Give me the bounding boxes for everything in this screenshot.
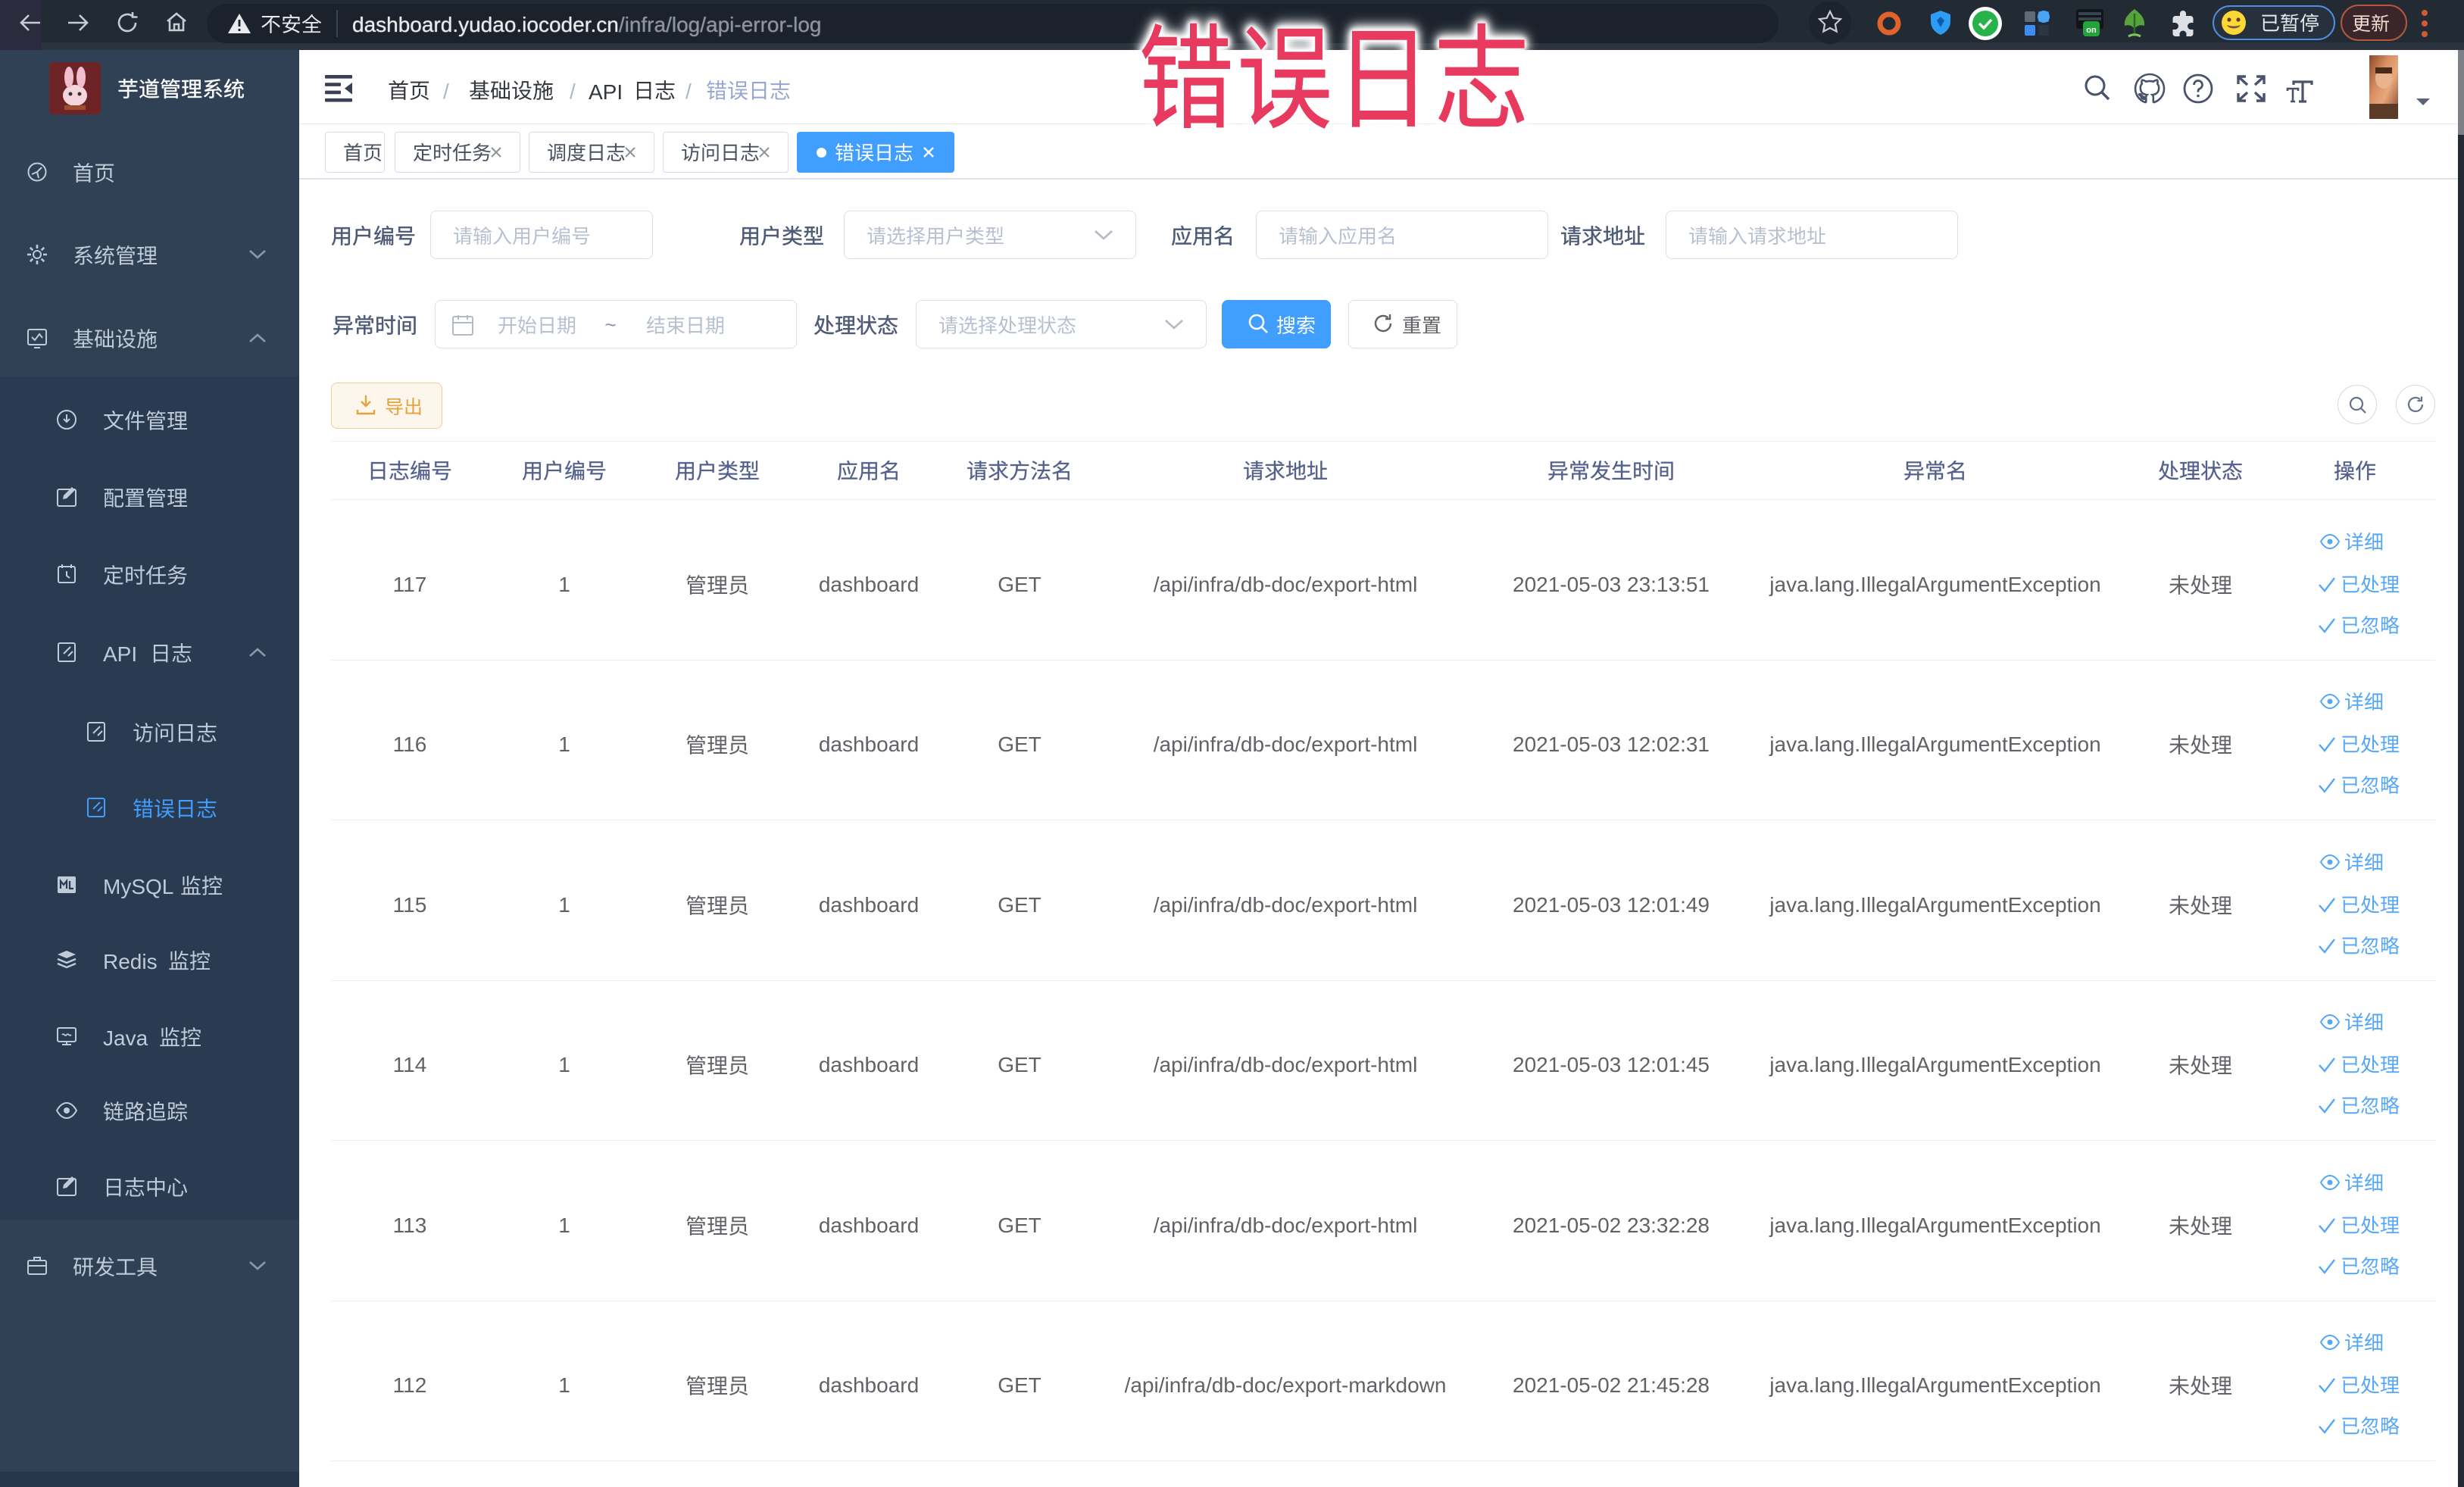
svg-text:on: on	[2086, 26, 2097, 35]
